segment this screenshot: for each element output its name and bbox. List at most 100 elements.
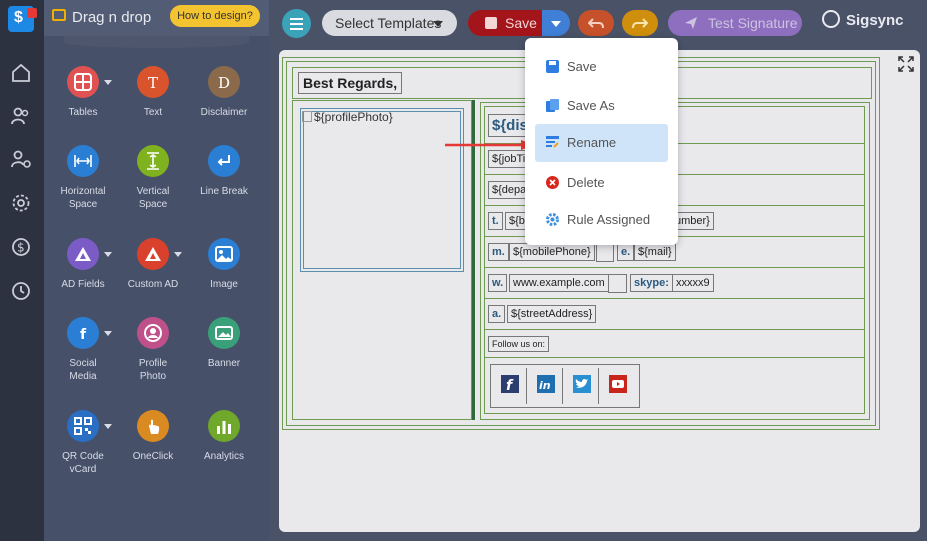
twitter-icon [573,375,591,393]
tool-vertical-space[interactable]: Vertical Space [118,145,188,211]
chevron-down-icon[interactable] [174,252,182,257]
tool-label: Analytics [203,451,244,462]
tool-profile-photo[interactable]: Profile Photo [118,317,188,383]
tool-tables[interactable]: Tables [48,66,118,119]
app-rail: $ $ [0,0,44,541]
profile-photo-icon [137,317,169,349]
job-title-field[interactable]: ${jobTi [488,150,530,168]
send-icon [685,17,697,29]
greeting-text[interactable]: Best Regards, [298,72,403,94]
user-settings-icon[interactable] [10,148,32,170]
history-icon[interactable] [10,280,32,302]
tool-label: Profile Photo [138,358,168,382]
billing-icon[interactable]: $ [10,236,32,258]
vertical-space-icon [137,145,169,177]
menu-item-rename[interactable]: Rename [535,124,668,162]
undo-button[interactable] [578,10,614,36]
delete-icon [546,176,559,189]
tool-ad-fields[interactable]: AD Fields [48,238,118,291]
save-options-toggle[interactable] [542,10,570,36]
tool-line-break[interactable]: Line Break [189,145,259,198]
floppy-icon [546,60,559,73]
svg-text:$: $ [17,241,25,255]
how-to-design-button[interactable]: How to design? [170,5,260,27]
facebook-icon-cell[interactable]: f [493,368,527,404]
analytics-icon [208,410,240,442]
menu-item-save-as[interactable]: Save As [535,88,668,124]
chevron-down-icon[interactable] [104,331,112,336]
tool-label: QR Code vCard [62,451,104,475]
tool-disclaimer[interactable]: D Disclaimer [189,66,259,119]
fullscreen-icon[interactable] [897,55,915,73]
email-label[interactable]: e. [617,243,635,261]
tool-image[interactable]: Image [189,238,259,291]
separator-chip[interactable] [608,274,627,293]
social-media-icon: f [67,317,99,349]
menu-item-rule-assigned[interactable]: Rule Assigned [535,202,668,238]
line-break-icon [208,145,240,177]
website-field[interactable]: www.example.com [509,274,609,292]
follow-us-text[interactable]: Follow us on: [488,336,550,352]
mobile-label[interactable]: m. [488,243,509,261]
tool-label: AD Fields [61,279,105,290]
banner-icon [208,317,240,349]
skype-field[interactable]: xxxxx9 [672,274,714,292]
save-options-menu: Save Save As Rename Delete Rule Assigned [525,38,678,245]
profile-photo-inner [303,111,461,269]
tool-analytics[interactable]: Analytics [189,410,259,463]
select-templates-dropdown[interactable]: Select Templates [322,10,457,36]
department-field[interactable]: ${depa [488,181,531,199]
tool-oneclick[interactable]: OneClick [118,410,188,463]
save-label: Save [505,15,537,31]
phone-label[interactable]: t. [488,212,503,230]
save-button[interactable]: Save [468,10,542,36]
tool-banner[interactable]: Banner [189,317,259,370]
profile-photo-text: ${profilePhoto} [314,110,393,124]
home-icon[interactable] [10,62,32,84]
svg-text:D: D [218,74,230,91]
menu-item-label: Delete [567,175,605,190]
redo-button[interactable] [622,10,658,36]
youtube-icon-cell[interactable] [601,368,635,404]
tool-label: OneClick [132,451,174,462]
chevron-down-icon[interactable] [104,80,112,85]
test-signature-button[interactable]: Test Signature [668,10,802,36]
broken-image-icon [302,111,312,122]
separator-chip[interactable] [596,243,614,262]
users-icon[interactable] [10,105,32,127]
menu-item-save[interactable]: Save [535,49,668,85]
custom-ad-icon [137,238,169,270]
tool-label: Tables [68,107,98,118]
menu-item-label: Rename [567,135,617,150]
tool-social-media[interactable]: f Social Media [48,317,118,383]
pointer-arrow-icon [445,140,535,150]
menu-item-delete[interactable]: Delete [535,165,668,201]
select-templates-label: Select Templates [335,15,442,31]
skype-label[interactable]: skype: [630,274,673,292]
tool-horizontal-space[interactable]: Horizontal Space [48,145,118,211]
profile-photo-placeholder: ${profilePhoto} [302,110,393,124]
tool-text[interactable]: T Text [118,66,188,119]
linkedin-icon: in [537,375,555,393]
tool-custom-ad[interactable]: Custom AD [118,238,188,291]
web-label[interactable]: w. [488,274,508,292]
user-menu[interactable]: Sigsync [822,10,904,29]
address-label[interactable]: a. [488,305,506,323]
hamburger-menu-button[interactable] [282,9,311,38]
tool-qr-code-vcard[interactable]: QR Code vCard [48,410,118,476]
copy-icon [546,99,559,112]
mobile-field[interactable]: ${mobilePhone} [509,243,595,261]
gear-icon[interactable] [10,192,32,214]
linkedin-icon-cell[interactable]: in [529,368,563,404]
tool-label: Custom AD [127,279,179,290]
sigsync-logo[interactable]: $ [8,6,37,32]
chevron-down-icon[interactable] [104,252,112,257]
twitter-icon-cell[interactable] [565,368,599,404]
email-field[interactable]: ${mail} [634,243,676,261]
address-field[interactable]: ${streetAddress} [507,305,597,323]
chevron-down-icon[interactable] [104,424,112,429]
tool-label: Disclaimer [200,107,248,118]
horizontal-space-icon [67,145,99,177]
tool-label: Social Media [69,358,97,382]
undo-icon [588,18,604,29]
